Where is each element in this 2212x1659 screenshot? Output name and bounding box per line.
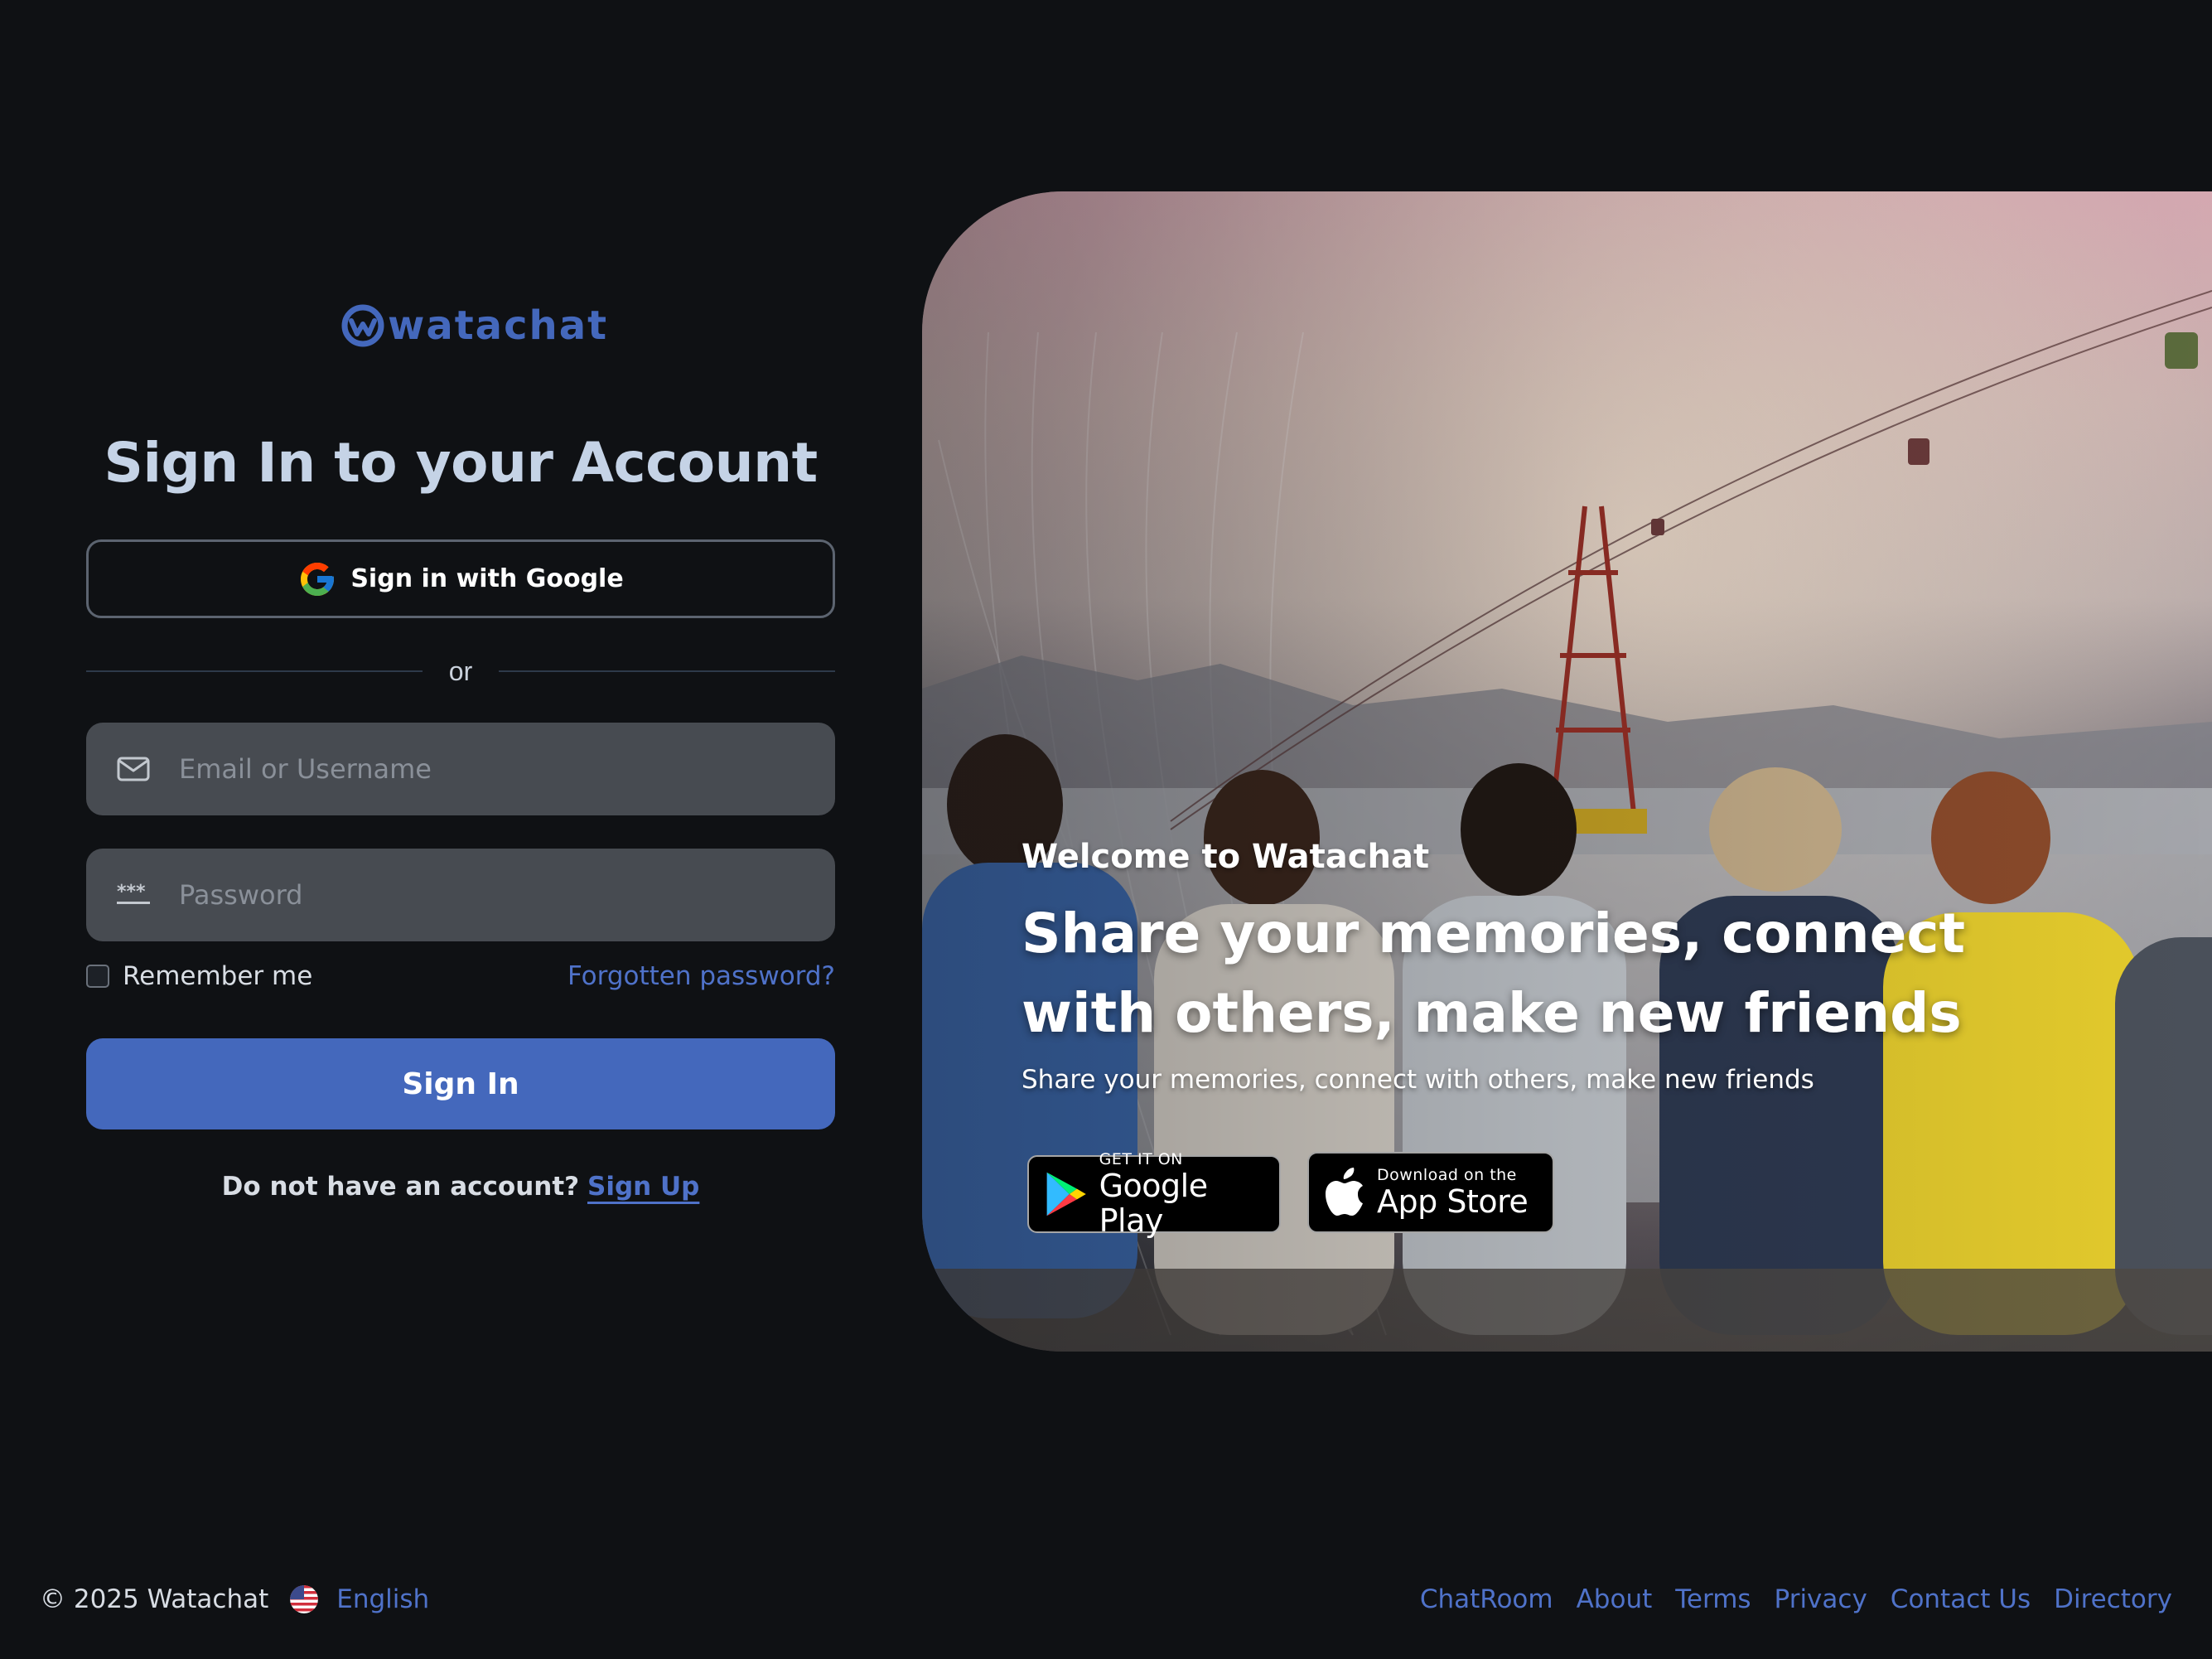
- footer-link-chatroom[interactable]: ChatRoom: [1420, 1584, 1553, 1614]
- divider-line: [499, 670, 835, 672]
- copyright-text: © 2025 Watachat: [40, 1584, 269, 1614]
- divider-line: [86, 670, 423, 672]
- watachat-logo-icon: [341, 304, 384, 347]
- divider-text: or: [448, 655, 473, 686]
- login-page: watachat Sign In to your Account Sign in…: [0, 0, 2212, 1659]
- footer-link-contact-us[interactable]: Contact Us: [1891, 1584, 2031, 1614]
- password-input[interactable]: [179, 849, 835, 941]
- email-input[interactable]: [179, 723, 835, 815]
- language-selector[interactable]: English: [336, 1584, 429, 1614]
- google-signin-button[interactable]: Sign in with Google: [86, 539, 835, 618]
- email-field[interactable]: [86, 723, 835, 815]
- apple-icon: [1326, 1168, 1363, 1216]
- hero-kicker: Welcome to Watachat: [1021, 838, 1430, 876]
- envelope-icon: [117, 757, 150, 781]
- forgot-password-link[interactable]: Forgotten password?: [567, 961, 835, 991]
- hero-subtext: Share your memories, connect with others…: [1021, 1065, 1814, 1095]
- app-store-big: App Store: [1377, 1183, 1529, 1220]
- google-play-big: Google Play: [1099, 1168, 1209, 1239]
- footer-link-privacy[interactable]: Privacy: [1775, 1584, 1867, 1614]
- google-signin-label: Sign in with Google: [350, 564, 624, 593]
- password-dots-icon: ***: [117, 882, 150, 904]
- page-title: Sign In to your Account: [104, 431, 818, 495]
- store-badges: GET IT ON Google Play Download on the Ap…: [1027, 1150, 1554, 1238]
- app-store-badge[interactable]: Download on the App Store: [1307, 1152, 1554, 1233]
- google-g-icon: [301, 562, 335, 596]
- password-field[interactable]: ***: [86, 849, 835, 941]
- signup-prompt: Do not have an account? Sign Up: [86, 1172, 835, 1202]
- google-play-small: GET IT ON: [1099, 1150, 1183, 1168]
- sign-in-button[interactable]: Sign In: [86, 1038, 835, 1129]
- app-store-small: Download on the: [1377, 1166, 1517, 1184]
- footer-left: © 2025 Watachat English: [40, 1584, 429, 1614]
- brand-logo[interactable]: watachat: [341, 302, 608, 349]
- footer-nav: ChatRoom About Terms Privacy Contact Us …: [1420, 1584, 2172, 1614]
- footer-link-about[interactable]: About: [1577, 1584, 1653, 1614]
- footer-link-directory[interactable]: Directory: [2054, 1584, 2172, 1614]
- footer-link-terms[interactable]: Terms: [1675, 1584, 1751, 1614]
- remember-me-label: Remember me: [123, 961, 313, 991]
- no-account-text: Do not have an account?: [221, 1172, 580, 1202]
- google-play-icon: [1046, 1172, 1086, 1216]
- or-divider: or: [86, 655, 835, 688]
- remember-me-checkbox[interactable]: [86, 965, 109, 988]
- hero-headline: Share your memories, connect with others…: [1021, 902, 1966, 1045]
- brand-name: watachat: [388, 302, 609, 349]
- svg-text:***: ***: [117, 882, 146, 902]
- remember-me[interactable]: Remember me: [86, 961, 312, 991]
- sign-up-link[interactable]: Sign Up: [587, 1172, 699, 1202]
- hero-panel: Welcome to Watachat Share your memories,…: [922, 191, 2212, 1352]
- google-play-badge[interactable]: GET IT ON Google Play: [1027, 1150, 1281, 1238]
- us-flag-icon: [290, 1585, 319, 1613]
- hero-copy: Welcome to Watachat Share your memories,…: [1021, 838, 2099, 1095]
